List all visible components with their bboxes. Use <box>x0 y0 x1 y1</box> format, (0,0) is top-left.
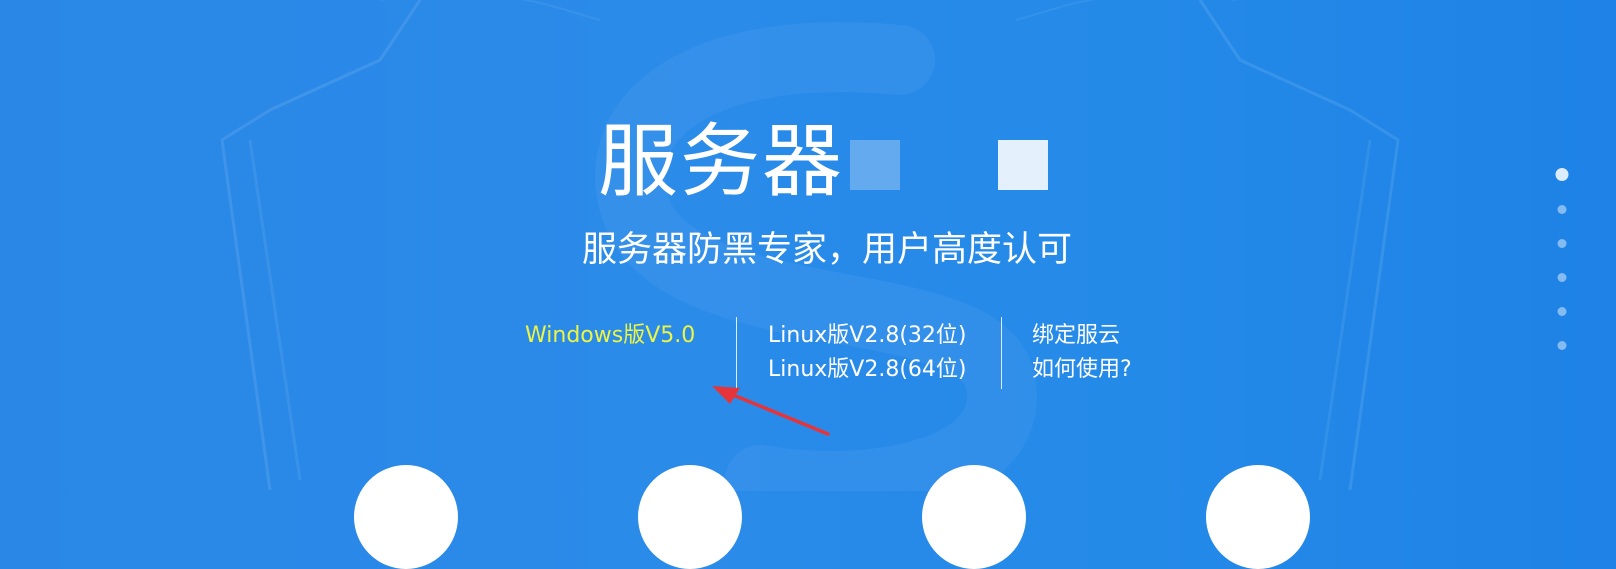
carousel-dot[interactable] <box>1557 205 1567 214</box>
feature-circle[interactable] <box>1206 465 1310 569</box>
carousel-dot[interactable] <box>1557 307 1567 316</box>
page-title: 服务器 <box>598 115 844 208</box>
link-divider <box>1001 317 1002 389</box>
feature-circle[interactable] <box>922 465 1026 569</box>
title-placeholder-block <box>998 140 1048 190</box>
how-to-use-link[interactable]: 如何使用? <box>1032 354 1132 386</box>
feature-circle[interactable] <box>354 465 458 569</box>
linux-64-download-link[interactable]: Linux版V2.8(64位) <box>768 354 966 386</box>
carousel-dot[interactable] <box>1557 273 1567 282</box>
feature-circle[interactable] <box>638 465 742 569</box>
carousel-dot[interactable] <box>1557 239 1567 248</box>
linux-32-download-link[interactable]: Linux版V2.8(32位) <box>768 320 966 352</box>
page-subtitle: 服务器防黑专家，用户高度认可 <box>582 230 1073 270</box>
link-divider <box>736 317 737 389</box>
windows-download-link[interactable]: Windows版V5.0 <box>525 320 695 352</box>
carousel-dot-active[interactable] <box>1555 168 1569 181</box>
carousel-dot[interactable] <box>1557 341 1567 350</box>
title-placeholder-block <box>850 140 900 190</box>
bind-cloud-link[interactable]: 绑定服云 <box>1032 320 1120 352</box>
